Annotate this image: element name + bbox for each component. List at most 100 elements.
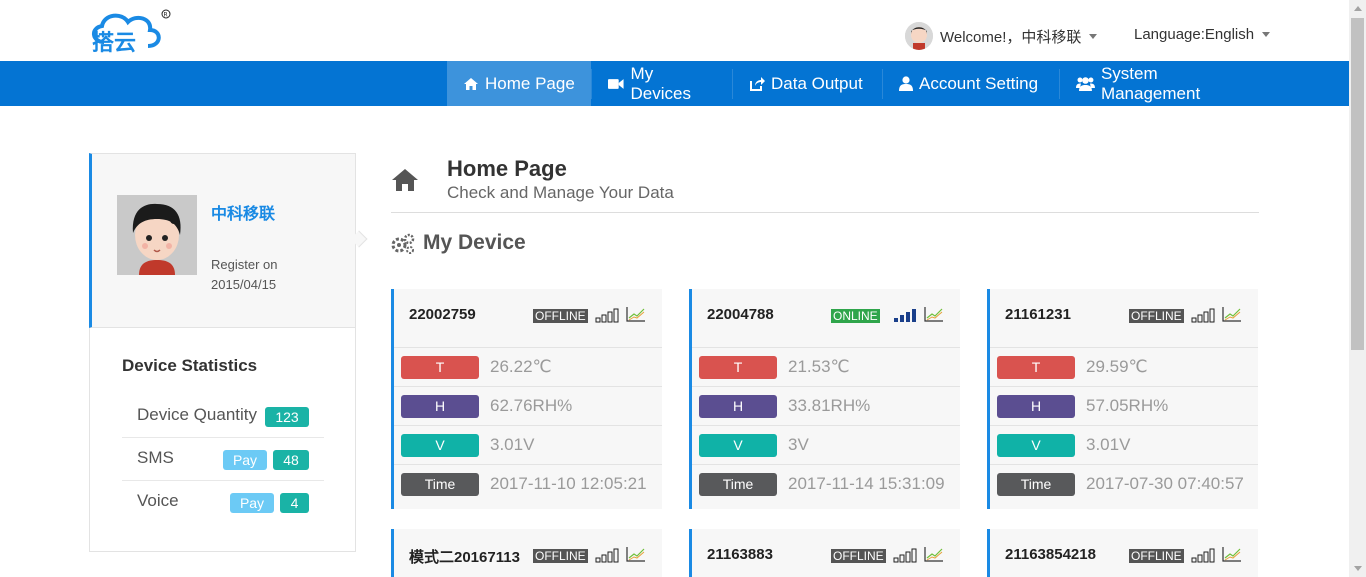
scrollbar-thumb[interactable]	[1351, 18, 1364, 350]
caret-down-icon	[1089, 33, 1098, 39]
device-id[interactable]: 21161231	[1005, 306, 1071, 323]
device-id[interactable]: 22004788	[707, 306, 774, 323]
stat-label: SMS	[137, 448, 174, 467]
line-chart-icon[interactable]	[1222, 546, 1242, 562]
user-menu[interactable]: Welcome!，中科移联	[905, 22, 1098, 50]
temperature-label: T	[997, 356, 1075, 379]
temperature-label: T	[401, 356, 479, 379]
nav-system-management[interactable]: System Management	[1060, 61, 1277, 106]
line-chart-icon[interactable]	[1222, 306, 1242, 322]
status-badge: OFFLINE	[831, 549, 886, 563]
time-label: Time	[997, 473, 1075, 496]
scroll-up-arrow-icon[interactable]	[1354, 6, 1362, 11]
nav-home-page[interactable]: Home Page	[447, 61, 591, 106]
humidity-value: 57.05RH%	[1086, 396, 1169, 415]
nav-label: System Management	[1100, 63, 1201, 103]
time-value: 2017-07-30 07:40:57	[1086, 474, 1244, 493]
metric-row-temperature: T 21.53℃	[692, 348, 960, 387]
nav-label: Home Page	[485, 73, 575, 93]
temperature-value: 21.53℃	[788, 357, 850, 376]
nav-data-output[interactable]: Data Output	[733, 61, 882, 106]
device-id[interactable]: 21163854218	[1005, 546, 1096, 563]
home-icon	[464, 77, 478, 90]
device-card[interactable]: 22002759 OFFLINE T 26.22℃ H 62.76RH% V 3…	[391, 289, 662, 509]
device-card[interactable]: 21163883 OFFLINE	[689, 529, 960, 577]
device-card[interactable]: 21161231 OFFLINE T 29.59℃ H 57.05RH% V 3…	[987, 289, 1258, 509]
temperature-label: T	[699, 356, 777, 379]
metric-row-humidity: H 57.05RH%	[990, 387, 1258, 426]
gears-icon	[391, 233, 415, 254]
top-bar: 搭云 R Welcome!，中科移联 Language:English	[0, 0, 1349, 61]
time-label: Time	[401, 473, 479, 496]
brand-logo[interactable]: 搭云 R	[86, 8, 176, 56]
language-selector[interactable]: Language:English	[1134, 26, 1271, 43]
nav-account-setting[interactable]: Account Setting	[883, 61, 1059, 106]
nav-label: Account Setting	[919, 73, 1039, 93]
voice-pay-button[interactable]: Pay	[230, 493, 274, 513]
home-icon	[392, 169, 418, 191]
nav-label: Data Output	[771, 73, 863, 93]
stat-row-device-quantity: Device Quantity 123	[122, 395, 324, 438]
welcome-text: Welcome!，中科移联	[940, 28, 1082, 46]
device-statistics-title: Device Statistics	[122, 356, 258, 375]
metric-row-temperature: T 26.22℃	[394, 348, 662, 387]
time-value: 2017-11-10 12:05:21	[490, 474, 647, 493]
signal-strength-icon	[893, 548, 917, 563]
device-card-header: 22002759 OFFLINE	[394, 289, 662, 348]
device-card[interactable]: 22004788 ONLINE T 21.53℃ H 33.81RH% V 3V…	[689, 289, 960, 509]
metric-row-humidity: H 62.76RH%	[394, 387, 662, 426]
user-avatar[interactable]	[117, 195, 197, 275]
line-chart-icon[interactable]	[924, 306, 944, 322]
video-camera-icon	[608, 78, 624, 89]
status-badge: OFFLINE	[1129, 309, 1184, 323]
sms-pay-button[interactable]: Pay	[223, 450, 267, 470]
humidity-value: 33.81RH%	[788, 396, 871, 415]
device-card-header: 21163854218 OFFLINE	[990, 529, 1258, 577]
temperature-value: 26.22℃	[490, 357, 552, 376]
signal-strength-icon	[1191, 308, 1215, 323]
metric-row-time: Time 2017-11-10 12:05:21	[394, 465, 662, 504]
user-icon	[899, 76, 913, 91]
metric-row-voltage: V 3V	[692, 426, 960, 465]
status-badge: OFFLINE	[1129, 549, 1184, 563]
device-card-header: 模式二20167113 OFFLINE	[394, 529, 662, 577]
voltage-label: V	[401, 434, 479, 457]
temperature-value: 29.59℃	[1086, 357, 1148, 376]
stat-label: Device Quantity	[137, 405, 257, 424]
device-card-header: 22004788 ONLINE	[692, 289, 960, 348]
metric-row-time: Time 2017-11-14 15:31:09	[692, 465, 960, 504]
signal-strength-icon	[894, 309, 916, 322]
scroll-down-arrow-icon[interactable]	[1354, 566, 1362, 571]
status-badge: OFFLINE	[533, 549, 588, 563]
voltage-value: 3V	[788, 435, 809, 454]
humidity-value: 62.76RH%	[490, 396, 573, 415]
stat-label: Voice	[137, 491, 179, 510]
device-id[interactable]: 22002759	[409, 306, 476, 323]
status-badge: OFFLINE	[533, 309, 588, 323]
heading-divider	[391, 212, 1259, 213]
time-label: Time	[699, 473, 777, 496]
metric-row-time: Time 2017-07-30 07:40:57	[990, 465, 1258, 504]
device-id[interactable]: 21163883	[707, 546, 773, 563]
device-id[interactable]: 模式二20167113	[409, 546, 520, 567]
signal-strength-icon	[1191, 548, 1215, 563]
svg-text:R: R	[164, 12, 168, 19]
line-chart-icon[interactable]	[626, 306, 646, 322]
metric-row-temperature: T 29.59℃	[990, 348, 1258, 387]
register-date: 2015/04/15	[211, 277, 277, 292]
signal-strength-icon	[595, 548, 619, 563]
device-card-header: 21161231 OFFLINE	[990, 289, 1258, 348]
line-chart-icon[interactable]	[924, 546, 944, 562]
device-card-header: 21163883 OFFLINE	[692, 529, 960, 577]
line-chart-icon[interactable]	[626, 546, 646, 562]
user-name-link[interactable]: 中科移联	[211, 200, 275, 224]
page-subtitle: Check and Manage Your Data	[447, 183, 674, 202]
section-title-my-device: My Device	[423, 231, 526, 254]
device-card[interactable]: 21163854218 OFFLINE	[987, 529, 1258, 577]
sms-count-badge: 48	[273, 450, 309, 470]
export-icon	[750, 76, 765, 91]
device-card[interactable]: 模式二20167113 OFFLINE	[391, 529, 662, 577]
voltage-value: 3.01V	[1086, 435, 1131, 454]
humidity-label: H	[997, 395, 1075, 418]
nav-my-devices[interactable]: My Devices	[592, 61, 732, 106]
